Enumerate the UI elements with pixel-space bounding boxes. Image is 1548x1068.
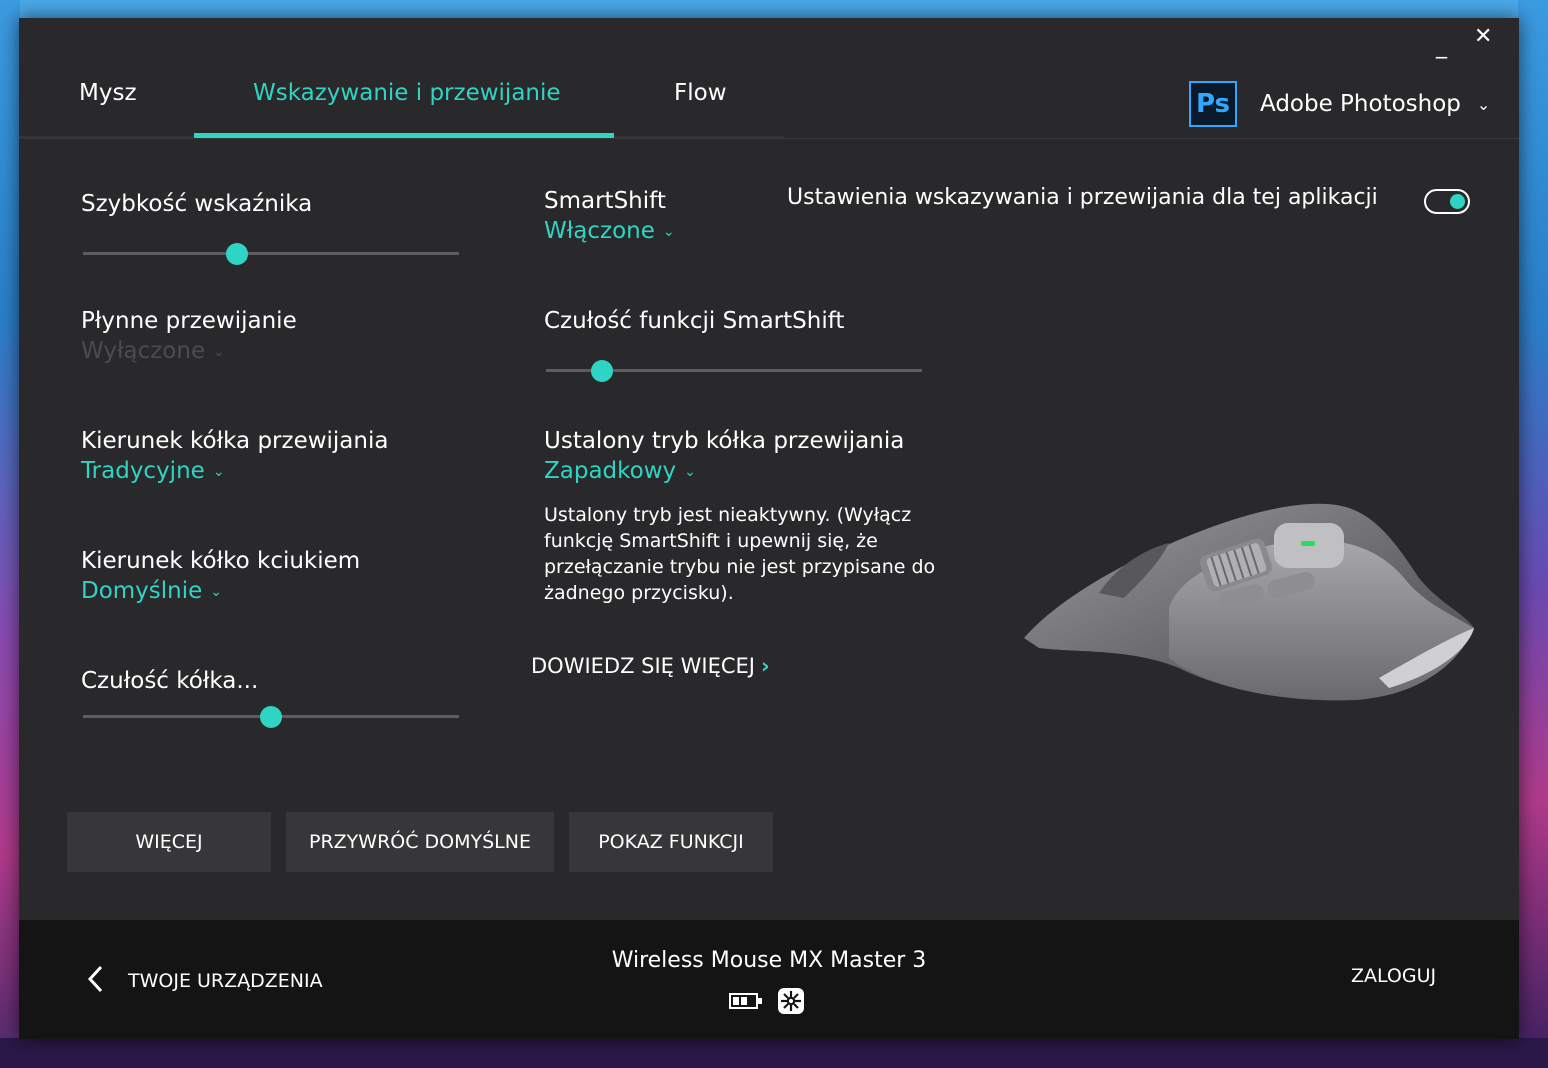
footer-bar: TWOJE URZĄDZENIA Wireless Mouse MX Maste… <box>19 920 1519 1039</box>
scroll-direction-value: Tradycyjne <box>81 458 205 484</box>
smartshift-sensitivity-slider[interactable] <box>546 359 922 383</box>
desktop-wallpaper-left <box>0 0 20 1068</box>
smooth-scroll-dropdown: Wyłączone ⌄ <box>81 338 225 364</box>
slider-thumb[interactable] <box>591 360 614 382</box>
chevron-down-icon: ⌄ <box>684 463 696 480</box>
application-selector[interactable]: Ps Adobe Photoshop ⌄ <box>1189 80 1490 128</box>
fixed-mode-note: Ustalony tryb jest nieaktywny. (Wyłącz f… <box>544 504 936 604</box>
smartshift-value: Włączone <box>544 218 655 244</box>
smartshift-label: SmartShift <box>544 188 666 214</box>
smartshift-sensitivity-label: Czułość funkcji SmartShift <box>544 308 845 334</box>
wheel-sensitivity-slider[interactable] <box>83 705 459 729</box>
thumb-direction-value: Domyślnie <box>81 578 203 604</box>
fixed-mode-dropdown[interactable]: Zapadkowy ⌄ <box>544 458 696 484</box>
tab-mouse[interactable]: Mysz <box>79 80 137 106</box>
pointer-speed-label: Szybkość wskaźnika <box>81 191 313 217</box>
chevron-down-icon: ⌄ <box>1476 94 1491 114</box>
device-name: Wireless Mouse MX Master 3 <box>611 948 927 973</box>
toggle-knob <box>1450 194 1465 209</box>
fixed-mode-value: Zapadkowy <box>544 458 677 484</box>
wheel-sensitivity-label: Czułość kółka... <box>81 668 259 694</box>
thumb-direction-dropdown[interactable]: Domyślnie ⌄ <box>81 578 222 604</box>
your-devices-link[interactable]: TWOJE URZĄDZENIA <box>128 970 323 992</box>
desktop-wallpaper-top <box>0 0 1548 18</box>
slider-thumb[interactable] <box>226 243 249 265</box>
chevron-right-icon: › <box>760 654 770 678</box>
mx-master-3-mouse-image <box>1024 503 1474 701</box>
device-status-icons <box>729 987 805 1015</box>
login-button[interactable]: ZALOGUJ <box>1351 965 1436 987</box>
smooth-scroll-label: Płynne przewijanie <box>81 308 297 334</box>
feature-tour-button[interactable]: POKAZ FUNKCJI <box>569 812 773 872</box>
chevron-down-icon: ⌄ <box>212 463 225 480</box>
smooth-scroll-value: Wyłączone <box>81 338 206 364</box>
more-button[interactable]: WIĘCEJ <box>67 812 271 872</box>
tab-point-scroll[interactable]: Wskazywanie i przewijanie <box>253 80 561 106</box>
receiver-icon <box>778 988 804 1014</box>
active-tab-indicator <box>194 133 614 138</box>
desktop-wallpaper-right <box>1518 0 1548 1068</box>
chevron-down-icon: ⌄ <box>213 343 225 360</box>
battery-icon <box>729 993 762 1009</box>
app-specific-label: Ustawienia wskazywania i przewijania dla… <box>787 185 1378 210</box>
desktop-wallpaper-bottom <box>0 1038 1548 1068</box>
options-window: _ ✕ Mysz Wskazywanie i przewijanie Flow … <box>19 18 1519 1039</box>
tab-bar: Mysz Wskazywanie i przewijanie Flow Ps A… <box>19 18 1519 139</box>
photoshop-icon: Ps <box>1189 81 1237 127</box>
scroll-direction-label: Kierunek kółka przewijania <box>81 428 389 454</box>
app-specific-toggle[interactable] <box>1424 189 1470 214</box>
slider-thumb[interactable] <box>260 706 282 728</box>
scroll-direction-dropdown[interactable]: Tradycyjne ⌄ <box>81 458 225 484</box>
restore-defaults-button[interactable]: PRZYWRÓĆ DOMYŚLNE <box>286 812 554 872</box>
slider-track <box>83 252 459 255</box>
smartshift-dropdown[interactable]: Włączone ⌄ <box>544 218 675 244</box>
application-name: Adobe Photoshop <box>1260 91 1461 117</box>
learn-more-link[interactable]: DOWIEDZ SIĘ WIĘCEJ › <box>531 654 770 678</box>
learn-more-label: DOWIEDZ SIĘ WIĘCEJ <box>531 654 755 678</box>
header-divider <box>784 138 1519 139</box>
pointer-speed-slider[interactable] <box>83 242 459 266</box>
chevron-down-icon: ⌄ <box>662 223 675 240</box>
fixed-mode-label: Ustalony tryb kółka przewijania <box>544 428 905 454</box>
chevron-down-icon: ⌄ <box>210 583 223 600</box>
tab-flow[interactable]: Flow <box>674 80 727 106</box>
thumb-direction-label: Kierunek kółko kciukiem <box>81 548 361 574</box>
